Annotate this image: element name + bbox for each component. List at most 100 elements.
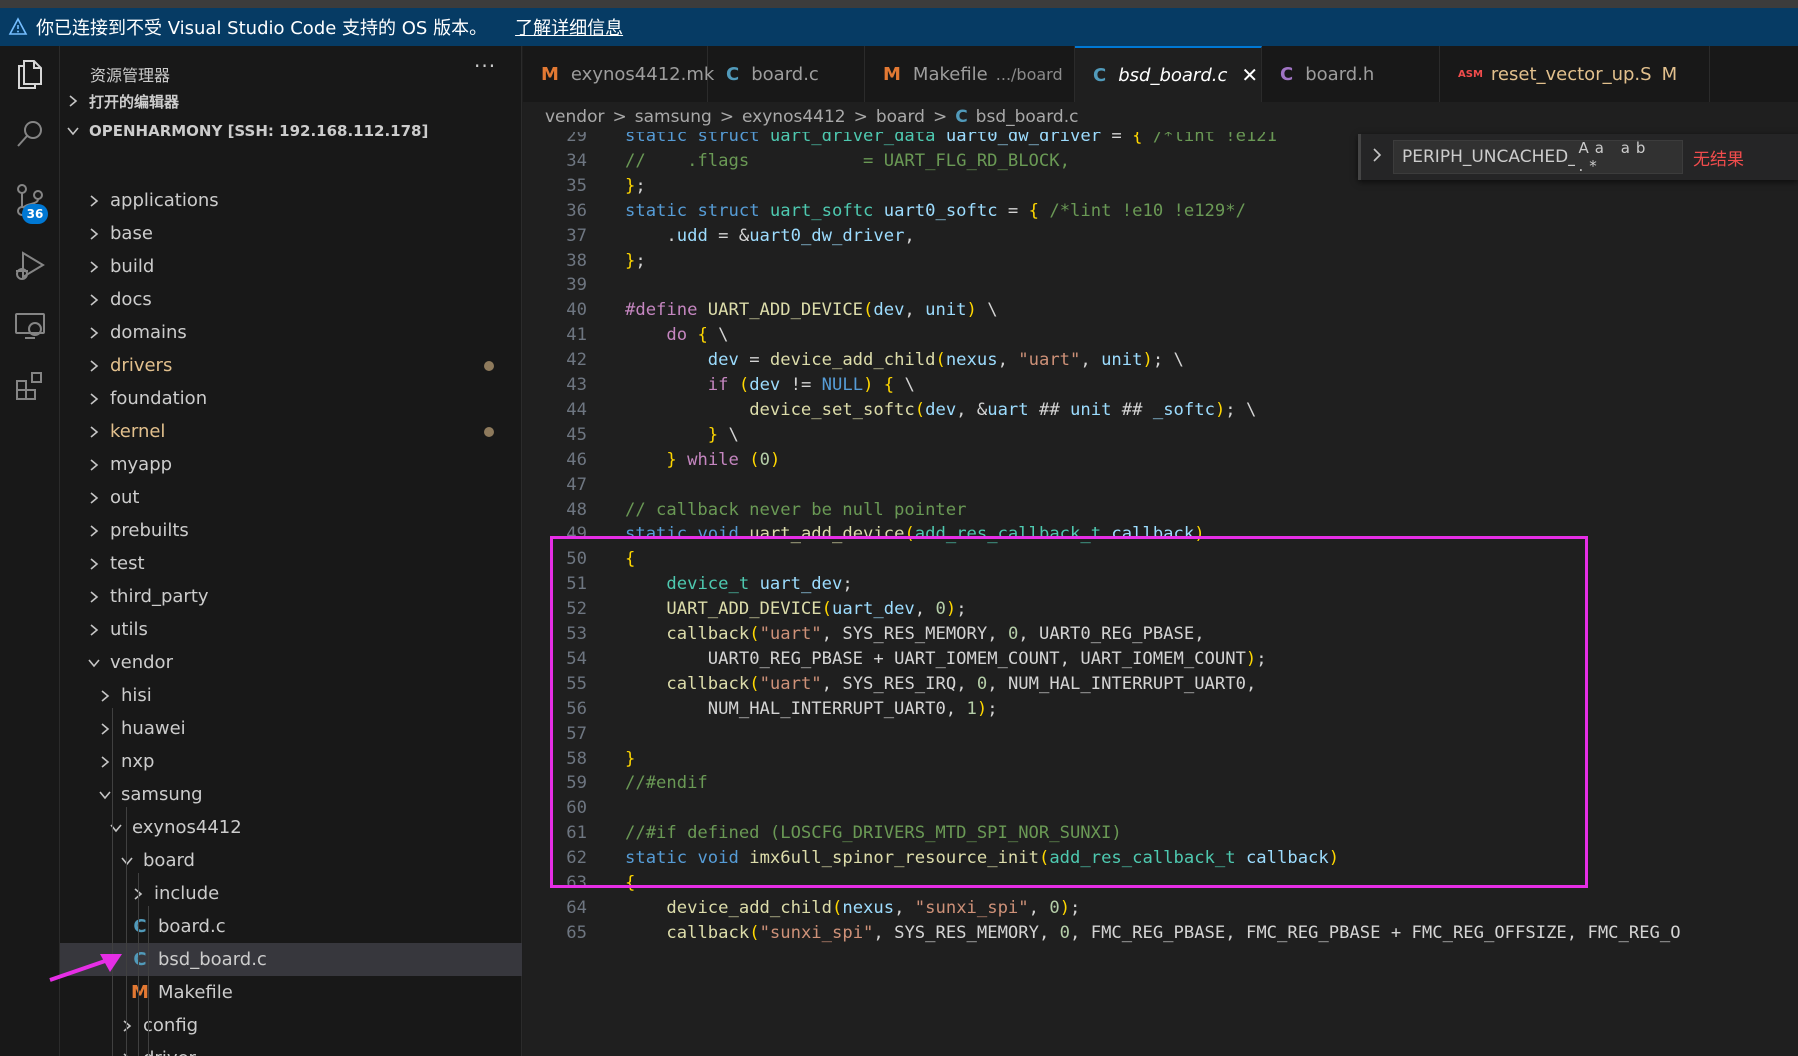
code-line[interactable]: 53 callback("uart", SYS_RES_MEMORY, 0, U…: [523, 620, 1798, 648]
tree-folder[interactable]: utils: [60, 613, 522, 646]
code-line[interactable]: 59 //#endif: [523, 769, 1798, 797]
code-line[interactable]: 38};: [523, 247, 1798, 275]
tree-folder[interactable]: base: [60, 217, 522, 250]
editor-tabs: M exynos4412.mk C board.c M Makefile ...…: [523, 46, 1798, 102]
code-line[interactable]: 61 //#if defined (LOSCFG_DRIVERS_MTD_SPI_…: [523, 819, 1798, 847]
find-options[interactable]: Aa ab .*: [1579, 139, 1682, 175]
code-line[interactable]: 52 UART_ADD_DEVICE(uart_dev, 0);: [523, 595, 1798, 623]
close-icon[interactable]: ✕: [1241, 63, 1258, 87]
source-control-icon[interactable]: 36: [0, 176, 60, 224]
code-line[interactable]: 57: [523, 720, 1798, 748]
code-line[interactable]: 49 static void uart_add_device(add_res_ca…: [523, 520, 1798, 548]
code-line[interactable]: 55 callback("uart", SYS_RES_IRQ, 0, NUM_…: [523, 670, 1798, 698]
tree-folder[interactable]: huawei: [60, 712, 522, 745]
code-line[interactable]: 56 NUM_HAL_INTERRUPT_UART0, 1);: [523, 695, 1798, 723]
line-number: 50: [566, 549, 587, 570]
search-icon[interactable]: [0, 110, 60, 158]
tree-folder[interactable]: include: [60, 877, 522, 910]
code-text: // .flags = UART_FLG_RD_BLOCK,: [625, 150, 1070, 171]
code-line[interactable]: 44 device_set_softc(dev, &uart ## unit #…: [523, 396, 1798, 424]
code-line[interactable]: 58}: [523, 745, 1798, 773]
code-line[interactable]: 63 {: [523, 869, 1798, 897]
tree-folder[interactable]: drivers: [60, 349, 522, 382]
tree-folder[interactable]: docs: [60, 283, 522, 316]
find-query: PERIPH_UNCACHED_: [1402, 147, 1575, 167]
code-line[interactable]: 39: [523, 271, 1798, 299]
tab-makefile[interactable]: M Makefile .../board: [865, 46, 1075, 102]
tree-folder[interactable]: vendor: [60, 646, 522, 679]
more-actions-icon[interactable]: ···: [474, 54, 496, 78]
tree-file[interactable]: Cboard.c: [60, 910, 522, 943]
tree-folder[interactable]: domains: [60, 316, 522, 349]
tab-board-h[interactable]: C board.h: [1262, 46, 1440, 102]
breadcrumb-item[interactable]: vendor: [545, 107, 604, 127]
tree-folder[interactable]: third_party: [60, 580, 522, 613]
chevron-right-icon[interactable]: [1371, 146, 1383, 168]
chevron-right-icon: [87, 524, 101, 538]
tree-folder[interactable]: exynos4412: [60, 811, 522, 844]
tree-folder[interactable]: out: [60, 481, 522, 514]
c-file-icon: C: [726, 63, 740, 85]
learn-more-link[interactable]: 了解详细信息: [515, 14, 623, 40]
code-line[interactable]: 41 do { \: [523, 321, 1798, 349]
code-line[interactable]: 64 device_add_child(nexus, "sunxi_spi", …: [523, 894, 1798, 922]
code-line[interactable]: 45 } \: [523, 421, 1798, 449]
tree-file[interactable]: Cbsd_board.c: [60, 943, 522, 976]
code-line[interactable]: 37 .udd = &uart0_dw_driver,: [523, 222, 1798, 250]
code-line[interactable]: 40 #define UART_ADD_DEVICE(dev, unit) \: [523, 296, 1798, 324]
tab-bsd-board-c[interactable]: C bsd_board.c ✕: [1075, 46, 1262, 102]
code-text: };: [625, 175, 646, 196]
code-line[interactable]: 48 // callback never be null pointer: [523, 496, 1798, 524]
code-text: callback("uart", SYS_RES_IRQ, 0, NUM_HAL…: [666, 673, 1257, 694]
find-input[interactable]: PERIPH_UNCACHED_ Aa ab .*: [1393, 139, 1683, 175]
tree-folder[interactable]: foundation: [60, 382, 522, 415]
open-editors-section[interactable]: 打开的编辑器: [60, 86, 522, 116]
code-line[interactable]: 36 static struct uart_softc uart0_softc =…: [523, 197, 1798, 225]
code-line[interactable]: 42 dev = device_add_child(nexus, "uart",…: [523, 346, 1798, 374]
explorer-icon[interactable]: [0, 50, 60, 98]
breadcrumb-item[interactable]: samsung: [635, 107, 712, 127]
breadcrumb-item[interactable]: board: [876, 107, 925, 127]
code-line[interactable]: 51 device_t uart_dev;: [523, 570, 1798, 598]
tree-folder[interactable]: kernel: [60, 415, 522, 448]
tree-item-label: driver: [143, 1048, 196, 1056]
code-line[interactable]: 50 {: [523, 545, 1798, 573]
line-number: 55: [566, 673, 587, 694]
tab-description: .../board: [995, 64, 1063, 84]
tree-folder[interactable]: applications: [60, 184, 522, 217]
tree-folder[interactable]: prebuilts: [60, 514, 522, 547]
tree-folder[interactable]: samsung: [60, 778, 522, 811]
tree-item-label: domains: [110, 322, 187, 343]
tree-folder[interactable]: hisi: [60, 679, 522, 712]
code-line[interactable]: 47: [523, 471, 1798, 499]
run-debug-icon[interactable]: [0, 242, 60, 290]
remote-explorer-icon[interactable]: [0, 302, 60, 350]
tree-file[interactable]: M Makefile: [60, 976, 522, 1009]
tree-folder[interactable]: config: [60, 1009, 522, 1042]
tab-label: board.c: [751, 63, 819, 85]
tree-folder[interactable]: test: [60, 547, 522, 580]
tab-reset-vector-up-s[interactable]: ASM reset_vector_up.S M: [1440, 46, 1710, 102]
code-line[interactable]: 43 if (dev != NULL) { \: [523, 371, 1798, 399]
tree-folder[interactable]: myapp: [60, 448, 522, 481]
breadcrumb-item[interactable]: bsd_board.c: [976, 107, 1079, 127]
tree-folder[interactable]: driver: [60, 1042, 522, 1056]
code-line[interactable]: 46 } while (0): [523, 446, 1798, 474]
tab-exynos4412-mk[interactable]: M exynos4412.mk: [523, 46, 714, 102]
tab-board-c[interactable]: C board.c: [708, 46, 865, 102]
code-line[interactable]: 60: [523, 794, 1798, 822]
chevron-right-icon: [87, 623, 101, 637]
code-editor[interactable]: 29 static struct uart_driver_data uart0_d…: [523, 132, 1798, 1056]
tab-label: bsd_board.c: [1118, 64, 1228, 86]
code-text: }: [625, 748, 636, 769]
tree-folder[interactable]: nxp: [60, 745, 522, 778]
tree-folder[interactable]: build: [60, 250, 522, 283]
extensions-icon[interactable]: [0, 362, 60, 410]
workspace-section[interactable]: OPENHARMONY [SSH: 192.168.112.178]: [60, 116, 522, 146]
code-line[interactable]: 62 static void imx6ull_spinor_resource_in…: [523, 844, 1798, 872]
code-line[interactable]: 54 UART0_REG_PBASE + UART_IOMEM_COUNT, U…: [523, 645, 1798, 673]
code-text: UART_ADD_DEVICE(uart_dev, 0);: [666, 599, 967, 620]
tree-folder[interactable]: board: [60, 844, 522, 877]
breadcrumb-item[interactable]: exynos4412: [742, 107, 846, 127]
code-line[interactable]: 65 callback("sunxi_spi", SYS_RES_MEMORY,…: [523, 919, 1798, 947]
